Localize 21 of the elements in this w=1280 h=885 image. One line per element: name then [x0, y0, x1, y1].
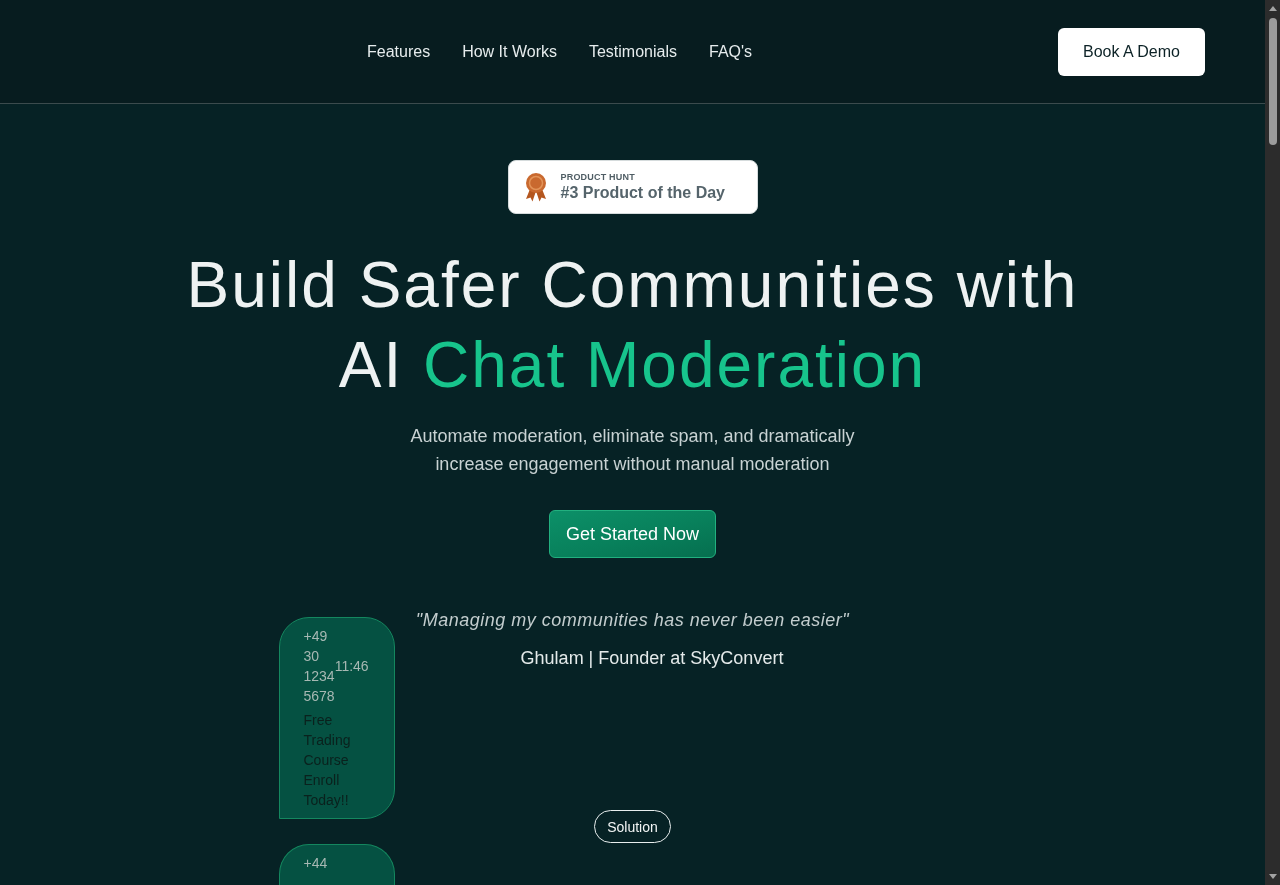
scrollbar[interactable] [1265, 0, 1280, 885]
badge-title: #3 Product of the Day [560, 182, 725, 203]
nav-link[interactable]: Testimonials [588, 41, 677, 62]
nav-link[interactable]: Features [367, 41, 431, 62]
scroll-down-arrow-icon[interactable] [1268, 874, 1277, 879]
book-demo-button[interactable]: Book A Demo [1058, 27, 1205, 76]
sender-phone: +44 [303, 854, 328, 873]
message-time: 11:46 [334, 657, 369, 674]
hero-subtitle: Automate moderation, eliminate spam, and dramatically increase engagement without manual moderation [409, 425, 856, 476]
testimonial-quote: "Managing my communities has never been easier" [415, 609, 850, 632]
scroll-up-arrow-icon[interactable] [1268, 6, 1277, 11]
testimonial-author: Ghulam | Founder at SkyConvert [519, 647, 784, 670]
product-hunt-badge[interactable]: PRODUCT HUNT #3 Product of the Day [507, 160, 758, 214]
get-started-button[interactable]: Get Started Now [548, 510, 717, 558]
sender-phone: +49 30 1234 5678 [303, 627, 335, 706]
nav-link[interactable]: How It Works [462, 41, 557, 62]
medal-icon [523, 172, 548, 202]
scrollbar-thumb[interactable] [1268, 18, 1277, 145]
hero-heading: Build Safer Communities with AI Chat Moderation [186, 248, 1079, 403]
nav-link[interactable]: FAQ's [709, 41, 753, 62]
badge-eyebrow: PRODUCT HUNT [560, 171, 636, 183]
